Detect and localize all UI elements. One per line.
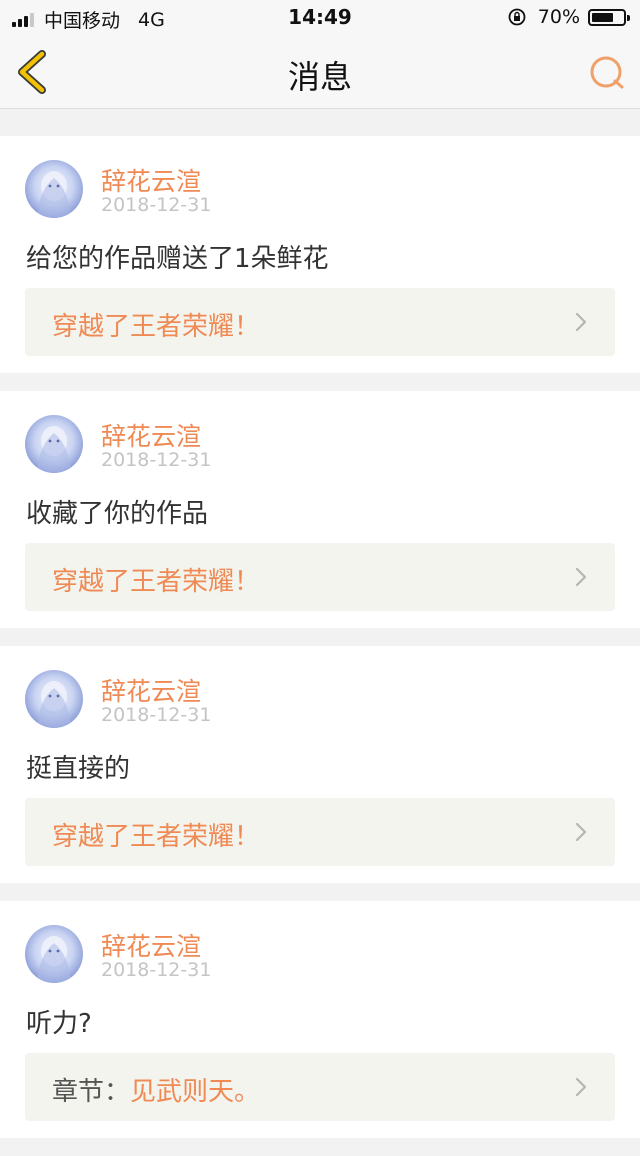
message-text: 挺直接的 [26, 754, 131, 784]
chapter-title: 见武则天。 [130, 1077, 261, 1107]
work-link[interactable]: 穿越了王者荣耀！ [25, 543, 615, 611]
work-link[interactable]: 穿越了王者荣耀！ [25, 798, 615, 866]
battery-info: 70% [508, 6, 630, 28]
message-text: 听力? [26, 1009, 92, 1039]
user-name[interactable]: 辞花云渲 [101, 162, 201, 198]
message-card: 辞花云渲 2018-12-31 收藏了你的作品 穿越了王者荣耀！ [0, 391, 640, 628]
message-date: 2018-12-31 [101, 449, 212, 471]
work-link[interactable]: 穿越了王者荣耀！ [25, 288, 615, 356]
battery-level [592, 12, 613, 22]
message-card: 辞花云渲 2018-12-31 听力? 章节：见武则天。 [0, 901, 640, 1138]
page-title: 消息 [287, 58, 352, 96]
avatar[interactable] [25, 925, 83, 983]
avatar-image [25, 925, 83, 983]
work-link-text: 穿越了王者荣耀！ [52, 816, 260, 853]
work-title: 穿越了王者荣耀！ [52, 822, 261, 852]
message-card: 辞花云渲 2018-12-31 挺直接的 穿越了王者荣耀！ [0, 646, 640, 883]
chapter-link[interactable]: 章节：见武则天。 [25, 1053, 615, 1121]
work-title: 穿越了王者荣耀！ [52, 312, 261, 342]
orientation-lock-icon [508, 8, 526, 26]
message-text: 收藏了你的作品 [26, 499, 209, 529]
work-title: 穿越了王者荣耀！ [52, 567, 261, 597]
user-name[interactable]: 辞花云渲 [101, 417, 201, 453]
avatar[interactable] [25, 160, 83, 218]
work-link-prefix: 章节： [52, 1077, 131, 1107]
message-list: 辞花云渲 2018-12-31 给您的作品赠送了1朵鲜花 穿越了王者荣耀！ 辞花… [0, 118, 640, 1156]
work-link-text: 穿越了王者荣耀！ [52, 306, 260, 343]
message-date: 2018-12-31 [101, 194, 212, 216]
avatar[interactable] [25, 670, 83, 728]
avatar[interactable] [25, 415, 83, 473]
chevron-right-icon [575, 567, 587, 587]
chevron-right-icon [575, 822, 587, 842]
message-card: 辞花云渲 2018-12-31 给您的作品赠送了1朵鲜花 穿越了王者荣耀！ [0, 136, 640, 373]
message-text: 给您的作品赠送了1朵鲜花 [26, 244, 329, 274]
battery-icon [588, 8, 630, 26]
battery-percent: 70% [537, 6, 580, 28]
user-name[interactable]: 辞花云渲 [101, 672, 201, 708]
message-date: 2018-12-31 [101, 959, 212, 981]
search-icon [590, 56, 624, 89]
avatar-image [25, 670, 83, 728]
work-link-text: 章节：见武则天。 [52, 1071, 260, 1108]
avatar-image [25, 415, 83, 473]
chevron-right-icon [575, 312, 587, 332]
search-button[interactable] [588, 54, 626, 92]
status-bar: 中国移动 4G 14:49 70% [0, 0, 640, 36]
message-date: 2018-12-31 [101, 704, 212, 726]
chevron-right-icon [575, 1077, 587, 1097]
user-name[interactable]: 辞花云渲 [101, 927, 201, 963]
avatar-image [25, 160, 83, 218]
nav-bar: 消息 [0, 36, 640, 109]
work-link-text: 穿越了王者荣耀！ [52, 561, 260, 598]
